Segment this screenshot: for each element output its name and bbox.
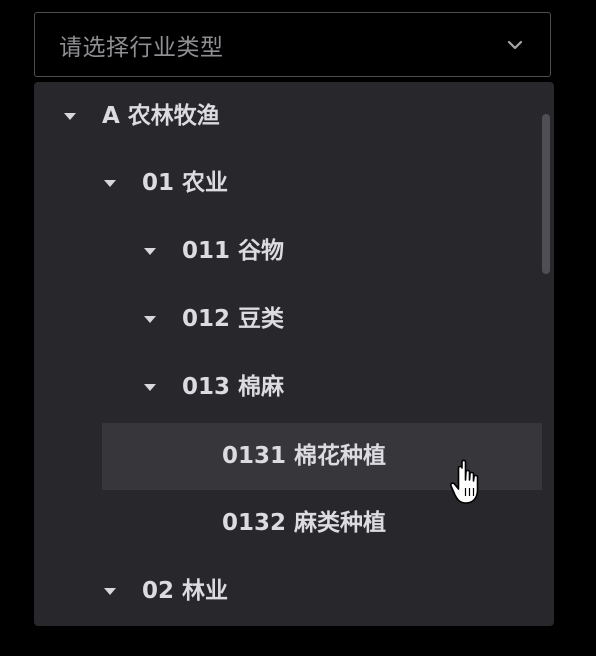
industry-select[interactable]: 请选择行业类型 [34,12,551,77]
caret-down-icon[interactable] [144,384,156,391]
tree-node-a[interactable]: A 农林牧渔 [34,83,542,150]
hand-cursor-icon [449,458,487,506]
tree-node-01[interactable]: 01 农业 [34,150,542,217]
tree-node-label: 013 棉麻 [182,374,285,400]
tree-node-011[interactable]: 011 谷物 [34,218,542,285]
tree-node-013[interactable]: 013 棉麻 [34,354,542,421]
tree-node-label: 02 林业 [142,578,229,604]
select-placeholder: 请选择行业类型 [59,34,224,61]
tree-node-label: A 农林牧渔 [102,103,220,129]
chevron-down-icon[interactable] [504,34,526,56]
caret-down-icon[interactable] [104,180,116,187]
dropdown-tree-panel: A 农林牧渔 01 农业 011 谷物 012 豆类 013 棉麻 0131 棉… [34,82,554,626]
caret-down-icon[interactable] [144,248,156,255]
tree-node-label: 0131 棉花种植 [222,443,387,469]
caret-down-icon[interactable] [104,588,116,595]
tree-node-label: 012 豆类 [182,306,285,332]
tree-node-label: 011 谷物 [182,238,285,264]
scrollbar-thumb[interactable] [542,114,550,274]
tree-node-label: 0132 麻类种植 [222,510,387,536]
tree-node-012[interactable]: 012 豆类 [34,286,542,353]
tree-node-02[interactable]: 02 林业 [34,558,542,625]
caret-down-icon[interactable] [144,316,156,323]
caret-down-icon[interactable] [64,113,76,120]
tree-node-label: 01 农业 [142,170,229,196]
